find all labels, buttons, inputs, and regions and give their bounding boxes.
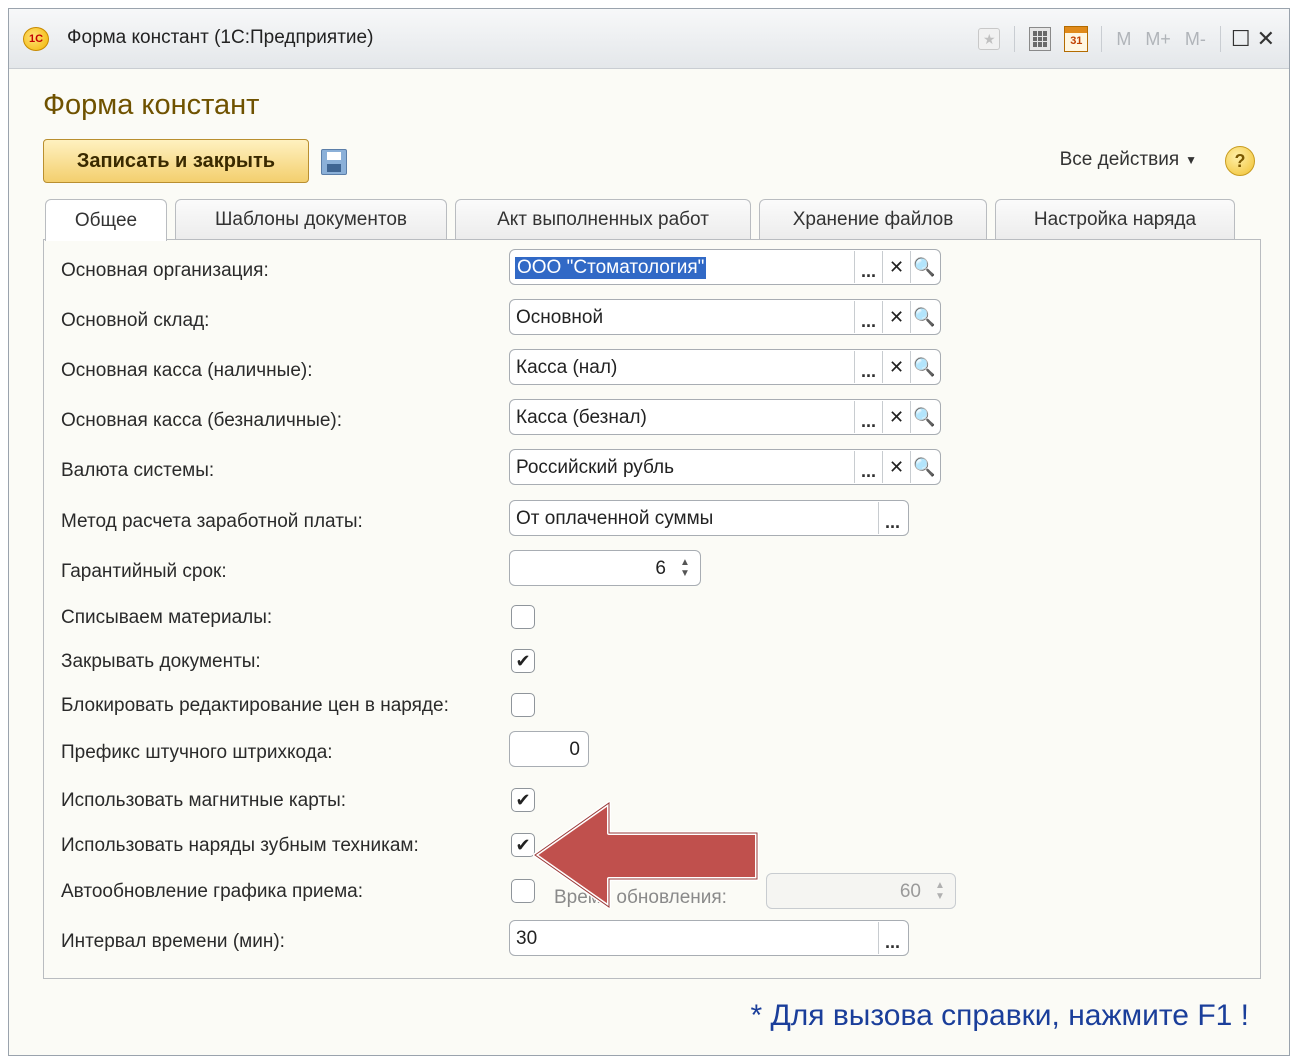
select-dots-button[interactable]: ...	[854, 251, 882, 283]
app-logo-icon: 1С	[23, 27, 49, 51]
write-off-materials-label: Списываем материалы:	[61, 607, 273, 628]
interval-value: 30	[516, 928, 538, 949]
close-icon[interactable]: ✕	[1257, 26, 1275, 52]
search-icon[interactable]: 🔍	[910, 251, 938, 283]
cash-register-noncash-field[interactable]: Касса (безнал) ... ✕ 🔍	[509, 399, 941, 435]
tab-document-templates[interactable]: Шаблоны документов	[175, 199, 447, 239]
clear-icon[interactable]: ✕	[882, 251, 910, 283]
calendar-icon[interactable]: 31	[1061, 24, 1091, 54]
search-icon[interactable]: 🔍	[910, 351, 938, 383]
warranty-field[interactable]: 6 ▲ ▼	[509, 550, 701, 586]
refresh-time-field: 60 ▲ ▼	[766, 873, 956, 909]
toolbar-separator	[1101, 26, 1103, 52]
cash-register-cash-field[interactable]: Касса (нал) ... ✕ 🔍	[509, 349, 941, 385]
salary-method-value: От оплаченной суммы	[516, 508, 714, 529]
toolbar-separator	[1219, 26, 1221, 52]
magnetic-cards-label: Использовать магнитные карты:	[61, 790, 346, 811]
warranty-value: 6	[655, 558, 666, 579]
caret-down-icon: ▼	[1185, 152, 1197, 167]
help-icon[interactable]: ?	[1225, 146, 1255, 176]
titlebar-toolbar: ★ 31 M M+ M- ☐ ✕	[974, 23, 1275, 55]
currency-label: Валюта системы:	[61, 460, 215, 481]
technician-orders-label: Использовать наряды зубным техникам:	[61, 835, 419, 856]
salary-method-label: Метод расчета заработной платы:	[61, 511, 363, 532]
constants-form-window: 1С Форма констант (1С:Предприятие) ★ 31 …	[8, 8, 1290, 1056]
cash-register-cash-value: Касса (нал)	[516, 357, 618, 378]
memory-m-plus-button[interactable]: M+	[1141, 29, 1175, 50]
clear-icon[interactable]: ✕	[882, 351, 910, 383]
salary-method-field[interactable]: От оплаченной суммы ...	[509, 500, 909, 536]
write-off-materials-checkbox[interactable]	[511, 605, 535, 629]
warehouse-label: Основной склад:	[61, 310, 210, 331]
cash-register-noncash-label: Основная касса (безналичные):	[61, 410, 343, 431]
barcode-prefix-field[interactable]: 0	[509, 731, 589, 767]
window-titlebar: 1С Форма констант (1С:Предприятие) ★ 31 …	[9, 9, 1289, 69]
interval-label: Интервал времени (мин):	[61, 931, 285, 952]
close-documents-label: Закрывать документы:	[61, 651, 261, 672]
clear-icon[interactable]: ✕	[882, 301, 910, 333]
warranty-label: Гарантийный срок:	[61, 561, 227, 582]
select-dots-button[interactable]: ...	[854, 401, 882, 433]
refresh-time-value: 60	[899, 881, 921, 902]
search-icon[interactable]: 🔍	[910, 451, 938, 483]
search-icon[interactable]: 🔍	[910, 401, 938, 433]
all-actions-label: Все действия	[1059, 149, 1180, 170]
cash-register-noncash-value: Касса (безнал)	[516, 407, 647, 428]
barcode-prefix-label: Префикс штучного штрихкода:	[61, 742, 333, 763]
save-floppy-icon[interactable]	[321, 149, 347, 175]
select-dots-button[interactable]: ...	[854, 301, 882, 333]
select-dots-button[interactable]: ...	[878, 502, 906, 534]
clear-icon[interactable]: ✕	[882, 401, 910, 433]
help-hint: * Для вызова справки, нажмите F1 !	[750, 999, 1249, 1032]
close-documents-checkbox[interactable]: ✔	[511, 649, 535, 673]
spinner-arrows-icon[interactable]: ▲ ▼	[674, 557, 696, 581]
tab-file-storage[interactable]: Хранение файлов	[759, 199, 987, 239]
toolbar-separator	[1014, 26, 1016, 52]
all-actions-menu[interactable]: Все действия ▼	[1060, 149, 1197, 171]
calculator-icon[interactable]	[1025, 24, 1055, 54]
warehouse-field[interactable]: Основной ... ✕ 🔍	[509, 299, 941, 335]
select-dots-button[interactable]: ...	[878, 922, 906, 954]
currency-value: Российский рубль	[516, 457, 675, 478]
select-dots-button[interactable]: ...	[854, 351, 882, 383]
warehouse-value: Основной	[516, 307, 604, 328]
tab-order-settings[interactable]: Настройка наряда	[995, 199, 1235, 239]
clear-icon[interactable]: ✕	[882, 451, 910, 483]
organization-label: Основная организация:	[61, 260, 269, 281]
lock-prices-checkbox[interactable]	[511, 693, 535, 717]
auto-refresh-label: Автообновление графика приема:	[61, 881, 364, 902]
red-arrow-annotation	[533, 801, 759, 909]
interval-field[interactable]: 30 ...	[509, 920, 909, 956]
lock-prices-label: Блокировать редактирование цен в наряде:	[61, 695, 449, 716]
currency-field[interactable]: Российский рубль ... ✕ 🔍	[509, 449, 941, 485]
tab-general[interactable]: Общее	[45, 199, 167, 241]
form-title: Форма констант	[43, 89, 260, 121]
select-dots-button[interactable]: ...	[854, 451, 882, 483]
cash-register-cash-label: Основная касса (наличные):	[61, 360, 313, 381]
save-and-close-button[interactable]: Записать и закрыть	[43, 139, 309, 183]
memory-m-button[interactable]: M	[1112, 29, 1135, 50]
window-title: Форма констант (1С:Предприятие)	[67, 27, 374, 48]
search-icon[interactable]: 🔍	[910, 301, 938, 333]
organization-value: ООО "Стоматология"	[515, 257, 707, 279]
spinner-arrows-icon: ▲ ▼	[935, 880, 945, 902]
barcode-prefix-value: 0	[569, 739, 580, 760]
tab-work-act[interactable]: Акт выполненных работ	[455, 199, 751, 239]
organization-field[interactable]: ООО "Стоматология" ... ✕ 🔍	[509, 249, 941, 285]
favorite-star-icon[interactable]: ★	[974, 24, 1004, 54]
memory-m-minus-button[interactable]: M-	[1181, 29, 1210, 50]
maximize-icon[interactable]: ☐	[1231, 26, 1251, 52]
